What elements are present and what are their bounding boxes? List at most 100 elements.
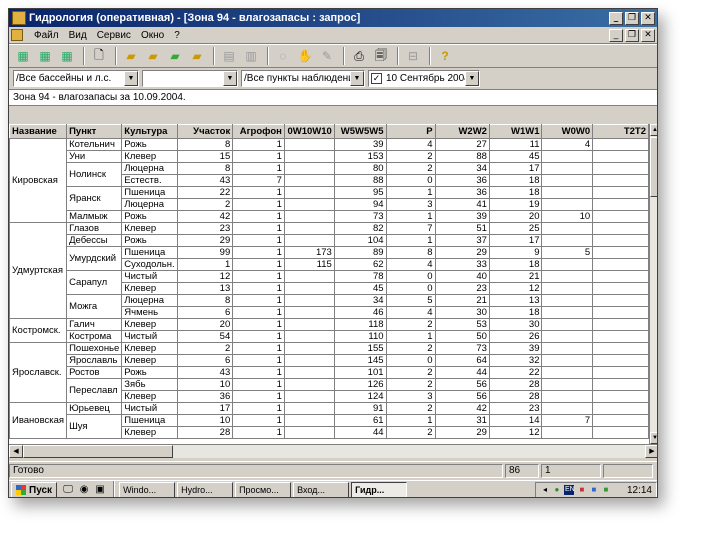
cell-agro[interactable]: 1 [232,186,285,199]
cell-w5[interactable]: 110 [333,330,387,343]
cell-basin[interactable]: Удмуртская [9,222,68,319]
cell-p[interactable]: 0 [385,282,436,295]
cell-station[interactable]: Пошехонье [66,342,123,355]
cell-w10[interactable] [283,390,335,403]
cell-plot[interactable]: 22 [177,186,234,199]
cell-plot[interactable]: 23 [177,222,234,235]
cell-crop[interactable]: Рожь [121,234,179,247]
cell-w1[interactable]: 12 [488,282,543,295]
cell-w5[interactable]: 95 [333,186,387,199]
scroll-thumb[interactable] [650,137,657,197]
cell-w5[interactable]: 153 [333,150,387,163]
cell-w5[interactable]: 62 [333,258,387,271]
table-row[interactable]: Нолинск Люцерна 8 1 80 2 34 17 [10,162,649,187]
cell-t2[interactable] [592,294,649,307]
print-icon[interactable]: ⎙ [349,46,369,66]
task-viewer[interactable]: Просмо... [235,482,292,497]
cell-w2[interactable]: 50 [434,330,490,343]
cell-t2[interactable] [592,210,649,223]
cell-w2[interactable]: 44 [434,366,490,379]
cell-basin[interactable]: Ивановская [9,402,68,439]
cell-agro[interactable]: 1 [232,138,285,151]
cell-plot[interactable]: 28 [177,426,234,439]
cell-w0[interactable] [541,378,594,391]
cell-w1[interactable]: 20 [488,210,543,223]
cell-station[interactable]: Умурдский [66,246,123,271]
cell-w0[interactable] [541,426,594,439]
cell-w10[interactable] [283,414,335,427]
cell-p[interactable]: 8 [385,246,436,259]
cell-w10[interactable] [283,270,335,283]
cell-w10[interactable] [283,402,335,415]
cell-w5[interactable]: 45 [333,282,387,295]
cell-agro[interactable]: 1 [232,414,285,427]
browser-icon[interactable]: ◉ [77,483,91,497]
cell-w1[interactable]: 14 [488,414,543,427]
cell-w0[interactable]: 5 [541,246,594,259]
cell-plot[interactable]: 12 [177,270,234,283]
cell-w0[interactable] [541,234,594,247]
cell-crop[interactable]: Чистый [121,330,179,343]
cell-w2[interactable]: 33 [434,258,490,271]
print-preview-icon[interactable]: 🗐 [371,46,391,66]
cell-p[interactable]: 2 [385,162,436,175]
cell-t2[interactable] [592,306,649,319]
cell-p[interactable]: 0 [385,354,436,367]
cell-t2[interactable] [592,330,649,343]
table-row[interactable]: Ярославль Клевер 6 1 145 0 64 32 [10,354,649,367]
cell-w2[interactable]: 88 [434,150,490,163]
cell-crop[interactable]: Клевер [121,282,179,295]
task-inbox[interactable]: Вход... [293,482,350,497]
cell-w10[interactable] [283,342,335,355]
cell-plot[interactable]: 8 [177,294,234,307]
save-folder2-icon[interactable]: ▰ [187,46,207,66]
cell-station[interactable]: Котельнич [66,138,123,151]
cell-w5[interactable]: 126 [333,378,387,391]
col-header-t2[interactable]: T2T2 [592,124,649,139]
cell-p[interactable]: 1 [385,414,436,427]
cell-w0[interactable] [541,342,594,355]
cell-agro[interactable]: 1 [232,246,285,259]
cell-w1[interactable]: 26 [488,330,543,343]
cell-w0[interactable] [541,306,594,319]
cell-p[interactable]: 1 [385,330,436,343]
cell-w0[interactable] [541,402,594,415]
cell-w2[interactable]: 64 [434,354,490,367]
cell-p[interactable]: 1 [385,234,436,247]
col-header-station[interactable]: Пункт [66,124,123,139]
task-hydro[interactable]: Hydro... [177,482,234,497]
table-row[interactable]: Можга Люцерна 8 1 34 5 21 13 [10,294,649,319]
cell-w5[interactable]: 39 [333,138,387,151]
cell-crop[interactable]: Рожь [121,138,179,151]
cell-plot[interactable]: 8 [177,162,234,175]
table-row[interactable]: Удмуртская Глазов Клевер 23 1 82 7 51 25 [9,222,649,319]
cell-w0[interactable]: 10 [541,210,594,223]
language-indicator[interactable]: EN [563,485,575,495]
cell-w2[interactable]: 36 [434,186,490,199]
help-icon[interactable]: ? [435,46,455,66]
col-header-name[interactable]: Название [9,124,68,139]
table-row[interactable]: Кировская Котельнич Рожь 8 1 39 4 27 11 4 [9,138,649,223]
cell-t2[interactable] [592,402,649,415]
cell-w0[interactable]: 4 [541,138,594,151]
cell-crop[interactable]: Клевер [121,390,179,403]
desktop-icon[interactable]: 🖵 [61,483,75,497]
cell-crop[interactable]: Клевер [121,342,179,355]
cell-crop[interactable]: Зябь [121,378,179,391]
cell-plot[interactable]: 42 [177,210,234,223]
cell-p[interactable]: 7 [385,222,436,235]
cell-crop[interactable]: Клевер [121,150,179,163]
cell-w0[interactable] [541,150,594,163]
table-row[interactable]: Ивановская Юрьевец Чистый 17 1 91 2 42 23 [9,402,649,439]
cell-w10[interactable] [283,210,335,223]
cell-w2[interactable]: 36 [434,174,490,187]
cell-plot[interactable]: 10 [177,414,234,427]
cell-t2[interactable] [592,162,649,175]
cell-p[interactable]: 2 [385,150,436,163]
cell-p[interactable]: 4 [385,138,436,151]
menu-file[interactable]: Файл [29,30,64,41]
cell-t2[interactable] [592,138,649,151]
table-row[interactable]: Сарапул Чистый 12 1 78 0 40 21 [10,270,649,295]
cell-p[interactable]: 4 [385,258,436,271]
cell-w10[interactable] [283,174,335,187]
